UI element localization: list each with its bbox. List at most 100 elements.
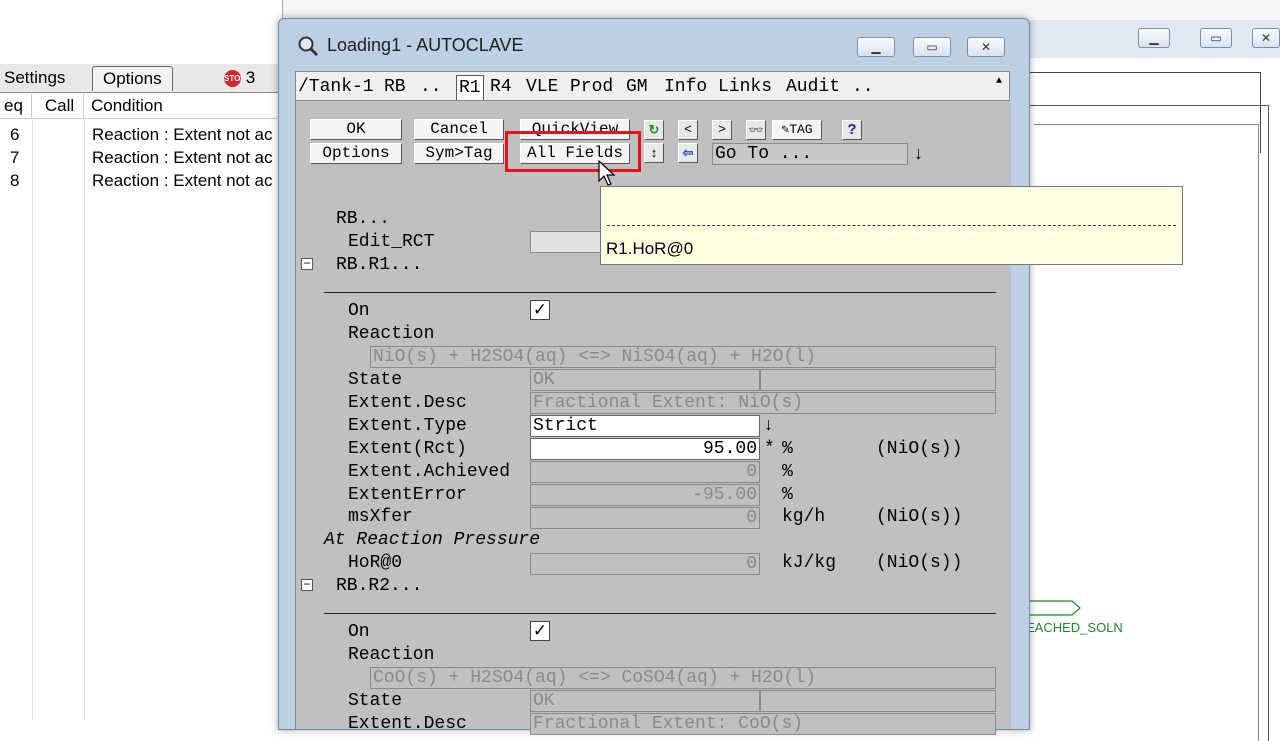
symtag-button[interactable]: Sym>Tag	[414, 143, 504, 164]
tag-button[interactable]: ✎TAG	[772, 120, 822, 140]
close-icon: ✕	[1260, 31, 1272, 45]
r1-extent-error-field: -95.00	[530, 484, 760, 506]
r1-hor-field: 0	[530, 553, 760, 575]
table-row[interactable]: 8 Reaction : Extent not ac	[0, 169, 282, 192]
divider	[324, 292, 996, 293]
column-call[interactable]: Call	[32, 94, 84, 118]
collapse-r2-icon[interactable]: −	[301, 578, 313, 591]
background-window: ▁ ▭ ✕ EACHED_SOLN	[1026, 20, 1280, 741]
binoculars-icon[interactable]: 👓	[746, 120, 766, 140]
tab-more-right[interactable]: ..	[852, 75, 874, 99]
mouse-cursor-icon	[598, 160, 616, 186]
updown-icon[interactable]: ↕	[644, 143, 664, 163]
restore-icon: ▭	[1210, 31, 1222, 45]
dialog-maximize-button[interactable]: ▭	[913, 37, 951, 57]
tab-settings[interactable]: Settings	[4, 66, 65, 90]
r2-reaction-label: Reaction	[348, 645, 435, 665]
r2-on-checkbox[interactable]: ✓	[530, 621, 550, 641]
r1-extent-rct-input[interactable]: 95.00	[530, 438, 760, 460]
r1-msxfer-species: (NiO(s))	[876, 507, 963, 527]
r1-extent-error-label: ExtentError	[348, 485, 467, 505]
minimize-icon: ▁	[1149, 31, 1159, 45]
r1-extent-rct-label: Extent(Rct)	[348, 439, 467, 459]
tab-options[interactable]: Options	[92, 66, 173, 91]
r1-hor-label: HoR@0	[348, 553, 403, 573]
tab-r1[interactable]: R1	[456, 75, 484, 100]
collapse-r1-icon[interactable]: −	[301, 257, 313, 270]
r1-on-label: On	[348, 301, 370, 321]
r1-on-checkbox[interactable]: ✓	[530, 300, 550, 320]
tab-prod[interactable]: Prod	[570, 75, 613, 99]
dialog-close-button[interactable]: ✕	[967, 37, 1005, 57]
dialog-tab-bar: /Tank-1 RB .. R1 R4 VLE Prod GM Info Lin…	[295, 71, 1010, 101]
back-arrow-icon[interactable]: ⇦	[678, 143, 698, 163]
r1-extent-type-select[interactable]: Strict	[530, 415, 760, 437]
close-button[interactable]: ✕	[1252, 28, 1280, 48]
r2-header: RB.R2...	[336, 576, 423, 596]
r1-header: RB.R1...	[336, 255, 423, 275]
maximize-icon: ▭	[926, 40, 938, 54]
r1-state-field: OK	[530, 369, 760, 391]
scroll-up-icon[interactable]: ▲	[996, 76, 1002, 87]
column-condition[interactable]: Condition	[84, 94, 282, 118]
cancel-button[interactable]: Cancel	[414, 119, 504, 140]
background-window-titlebar: ▁ ▭ ✕	[1026, 20, 1280, 58]
edit-rct-label: Edit_RCT	[348, 232, 435, 252]
dropdown-arrow-icon[interactable]: ↓	[764, 414, 773, 435]
column-seq[interactable]: eq	[0, 94, 32, 118]
goto-field[interactable]: Go To ...	[712, 143, 908, 165]
row-seq: 7	[10, 148, 20, 167]
row-condition: Reaction : Extent not ac	[92, 148, 273, 167]
refresh-icon[interactable]: ↻	[644, 120, 664, 140]
tab-tank1[interactable]: /Tank-1	[298, 75, 374, 99]
flow-label[interactable]: EACHED_SOLN	[1026, 620, 1123, 635]
r1-extent-rct-species: (NiO(s))	[876, 439, 963, 459]
tab-rb[interactable]: RB	[384, 75, 406, 99]
options-button[interactable]: Options	[310, 143, 402, 164]
tab-gm[interactable]: GM	[626, 75, 648, 99]
ok-button[interactable]: OK	[310, 119, 402, 140]
r1-reaction-field: NiO(s) + H2SO4(aq) <=> NiSO4(aq) + H2O(l…	[370, 346, 996, 368]
r1-hor-unit: kJ/kg	[782, 553, 837, 573]
dropdown-arrow-icon[interactable]: ↓	[914, 143, 923, 164]
row-condition: Reaction : Extent not ac	[92, 125, 273, 144]
r2-reaction-field: CoO(s) + H2SO4(aq) <=> CoSO4(aq) + H2O(l…	[370, 667, 996, 689]
tab-vle[interactable]: VLE	[526, 75, 558, 99]
r1-extent-desc-label: Extent.Desc	[348, 393, 467, 413]
edit-rct-button[interactable]	[530, 231, 610, 253]
close-icon: ✕	[980, 40, 992, 54]
help-button[interactable]: ?	[842, 120, 862, 140]
r2-state-filler	[760, 690, 996, 712]
divider	[324, 613, 996, 614]
left-tab-bar: Settings Options STOP 3	[0, 64, 282, 93]
r1-msxfer-field: 0	[530, 507, 760, 529]
r1-pressure-heading: At Reaction Pressure	[324, 530, 541, 550]
prev-button[interactable]: <	[678, 120, 698, 140]
tag-button-label: TAG	[789, 122, 813, 137]
stop-count[interactable]: STOP 3	[224, 66, 255, 90]
r1-msxfer-unit: kg/h	[782, 507, 826, 527]
dialog-minimize-button[interactable]: ▁	[857, 37, 895, 57]
tab-r4[interactable]: R4	[490, 75, 512, 99]
left-panel: Settings Options STOP 3 eq Call Conditio…	[0, 0, 283, 720]
next-button[interactable]: >	[712, 120, 732, 140]
properties-dialog: Loading1 - AUTOCLAVE ▁ ▭ ✕ /Tank-1 RB ..…	[278, 18, 1030, 735]
tab-links[interactable]: Links	[718, 75, 772, 99]
tab-more-left[interactable]: ..	[420, 75, 442, 99]
r1-state-label: State	[348, 370, 403, 390]
tooltip-divider	[607, 225, 1176, 226]
row-condition: Reaction : Extent not ac	[92, 171, 273, 190]
r1-extent-error-unit: %	[782, 485, 793, 505]
r2-state-label: State	[348, 691, 403, 711]
minimize-button[interactable]: ▁	[1138, 28, 1170, 48]
tab-info[interactable]: Info	[664, 75, 707, 99]
flow-arrow-icon	[1027, 600, 1081, 616]
minimize-icon: ▁	[871, 40, 881, 54]
restore-button[interactable]: ▭	[1200, 28, 1232, 48]
table-row[interactable]: 7 Reaction : Extent not ac	[0, 146, 282, 169]
table-row[interactable]: 6 Reaction : Extent not ac	[0, 123, 282, 146]
tab-audit[interactable]: Audit	[786, 75, 840, 99]
highlight-box	[505, 131, 641, 172]
r1-msxfer-label: msXfer	[348, 507, 413, 527]
r1-extent-rct-unit: %	[782, 439, 793, 459]
